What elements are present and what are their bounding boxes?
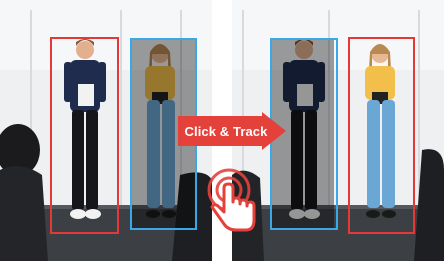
tracking-box-woman[interactable] xyxy=(348,37,415,234)
tap-hand-icon xyxy=(207,168,256,232)
tracking-box-man[interactable] xyxy=(50,37,119,234)
click-and-track-button[interactable]: Click & Track xyxy=(178,112,286,150)
click-and-track-label: Click & Track xyxy=(184,123,268,139)
